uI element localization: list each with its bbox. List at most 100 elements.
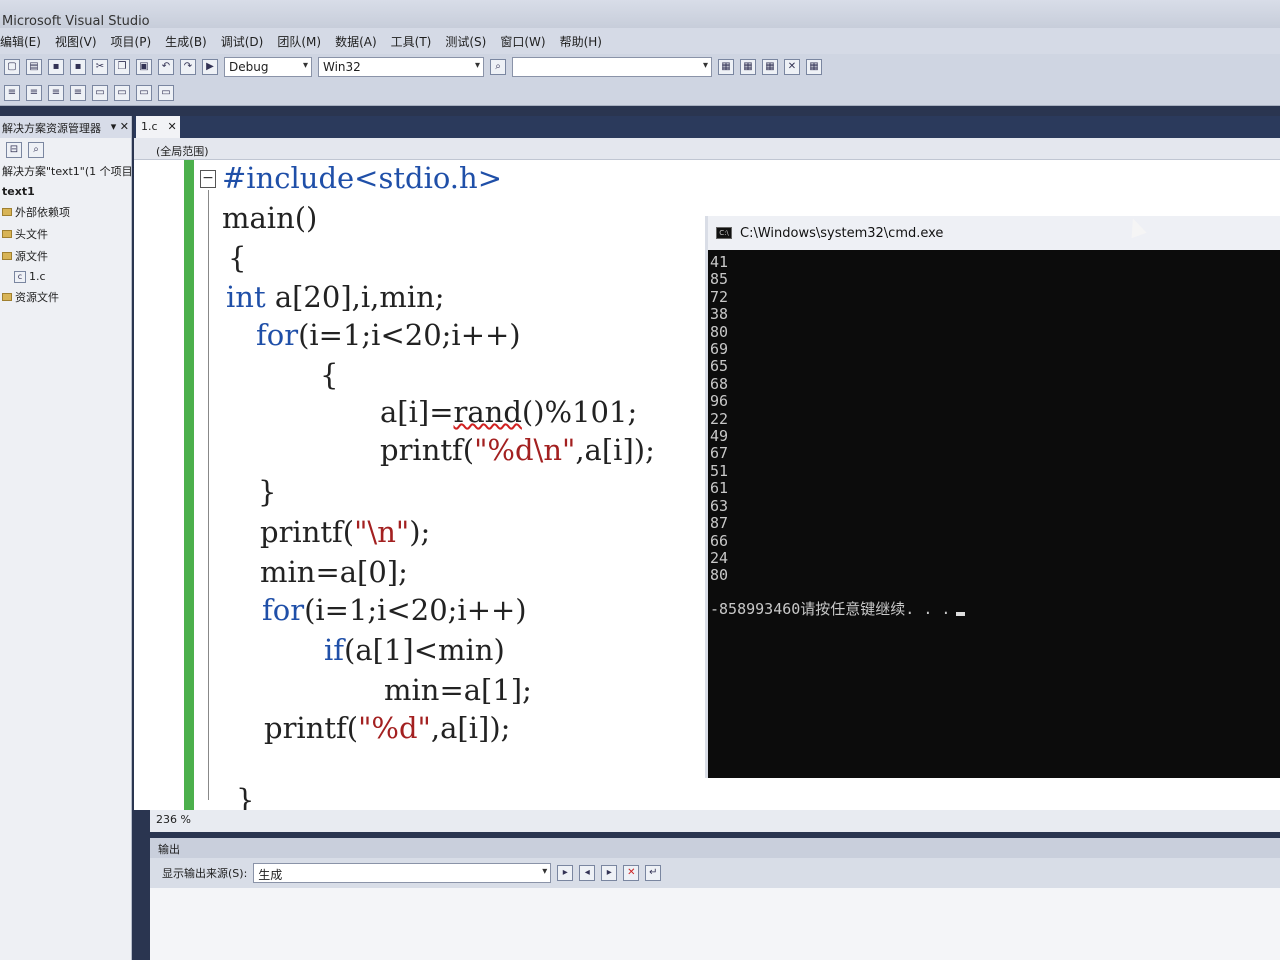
word-wrap-icon[interactable]: ↵: [645, 865, 662, 881]
tree-item-label: 源文件: [15, 250, 48, 263]
console-line: 80: [710, 322, 729, 341]
console-title: C:\Windows\system32\cmd.exe: [740, 225, 944, 241]
console-prompt-line: -858993460请按任意键继续. . .: [710, 600, 1278, 618]
tree-item-label: 外部依赖项: [15, 206, 70, 219]
collapse-icon[interactable]: ⊟: [6, 142, 22, 158]
pin-icon[interactable]: ▾ ✕: [111, 120, 129, 134]
tree-item-file[interactable]: c 1.c: [0, 267, 131, 286]
project-node[interactable]: text1: [0, 182, 131, 201]
tab-1c[interactable]: 1.c ✕: [136, 116, 180, 138]
cmd-icon: C:\: [716, 227, 732, 239]
code-line: printf("\n");: [260, 515, 431, 549]
platform-select[interactable]: Win32: [318, 57, 484, 77]
code-line: if(a[1]<min): [324, 633, 505, 667]
find-prev-icon[interactable]: ◂: [579, 865, 596, 881]
close-icon[interactable]: ✕: [168, 120, 177, 134]
find-combo[interactable]: [512, 57, 712, 77]
output-source-value: 生成: [258, 868, 283, 882]
console-output: 41 85 72 38 80 69 65 68 96 22 49 67 51 6…: [708, 250, 1280, 622]
menu-tools[interactable]: 工具(T): [391, 33, 432, 50]
solution-label: 解决方案"text1"(1 个项目): [2, 165, 137, 178]
output-source-select[interactable]: 生成: [253, 863, 552, 883]
outdent-icon[interactable]: ≡: [26, 84, 42, 101]
comment-icon[interactable]: ≡: [48, 84, 64, 101]
start-debug-icon[interactable]: ▶: [202, 59, 218, 75]
console-line: 24: [710, 548, 729, 567]
menu-debug[interactable]: 调试(D): [221, 33, 264, 50]
save-all-icon[interactable]: ▪: [70, 59, 86, 75]
output-source-label: 显示输出来源(S):: [162, 867, 248, 880]
scope-bar[interactable]: (全局范围): [134, 138, 1280, 160]
copy-icon[interactable]: ❐: [114, 59, 130, 75]
save-icon[interactable]: ▪: [48, 59, 64, 75]
config-value: Debug: [229, 60, 269, 74]
console-line: 72: [710, 287, 729, 306]
config-select[interactable]: Debug: [224, 57, 312, 77]
output-toolbar: 显示输出来源(S): 生成 ▸ ◂ ▸ ✕ ↵: [150, 858, 1280, 888]
find-in-files-icon[interactable]: ⌕: [490, 59, 506, 75]
zoom-level[interactable]: 236 %: [156, 813, 191, 826]
paste-icon[interactable]: ▣: [136, 59, 152, 75]
menu-view[interactable]: 视图(V): [55, 33, 97, 50]
console-line: 67: [710, 444, 729, 463]
menu-edit[interactable]: 编辑(E): [0, 33, 41, 50]
search-icon[interactable]: ⌕: [28, 142, 44, 158]
tree-item-resources[interactable]: 资源文件: [0, 286, 131, 308]
solution-explorer: 解决方案资源管理器 ▾ ✕ ⊟ ⌕ 解决方案"text1"(1 个项目) tex…: [0, 116, 137, 960]
menu-data[interactable]: 数据(A): [335, 33, 377, 50]
tree-item-label: 1.c: [29, 270, 46, 283]
code-line: int a[20],i,min;: [226, 280, 445, 314]
document-tabs: 1.c ✕: [134, 116, 1280, 138]
extensions-icon[interactable]: ▦: [806, 59, 822, 75]
menu-bar: 编辑(E) 视图(V) 项目(P) 生成(B) 调试(D) 团队(M) 数据(A…: [0, 28, 1280, 54]
code-line: for(i=1;i<20;i++): [256, 318, 521, 352]
console-line: 68: [710, 374, 729, 393]
console-window[interactable]: C:\ C:\Windows\system32\cmd.exe 41 85 72…: [705, 216, 1280, 778]
scope-label: (全局范围): [156, 145, 209, 158]
find-next-icon[interactable]: ▸: [601, 865, 618, 881]
console-line: 80: [710, 566, 729, 585]
solution-node[interactable]: 解决方案"text1"(1 个项目): [0, 160, 137, 182]
menu-window[interactable]: 窗口(W): [500, 33, 545, 50]
goto-line-icon[interactable]: ▸: [557, 865, 574, 881]
prev-bookmark-icon[interactable]: ▭: [136, 84, 152, 101]
outline-line: [208, 190, 209, 800]
console-line: 51: [710, 461, 729, 480]
console-line: 49: [710, 427, 729, 446]
code-line: #include<stdio.h>: [222, 161, 502, 195]
redo-icon[interactable]: ↷: [180, 59, 196, 75]
menu-test[interactable]: 测试(S): [445, 33, 486, 50]
tree-item-sources[interactable]: 源文件: [0, 245, 131, 267]
cut-icon[interactable]: ✂: [92, 59, 108, 75]
tree-item-headers[interactable]: 头文件: [0, 223, 131, 245]
window-title: Microsoft Visual Studio: [2, 14, 150, 29]
console-title-bar[interactable]: C:\ C:\Windows\system32\cmd.exe: [708, 216, 1280, 250]
tools-icon[interactable]: ✕: [784, 59, 800, 75]
open-folder-icon[interactable]: ▤: [26, 59, 42, 75]
uncomment-icon[interactable]: ≡: [70, 84, 86, 101]
bookmark-icon[interactable]: ▭: [92, 84, 108, 101]
output-content[interactable]: [150, 888, 1280, 960]
console-line: 41: [710, 253, 729, 271]
folder-icon: [2, 230, 12, 238]
clear-bookmarks-icon[interactable]: ▭: [158, 84, 174, 101]
menu-team[interactable]: 团队(M): [277, 33, 321, 50]
menu-project[interactable]: 项目(P): [111, 33, 152, 50]
properties-icon[interactable]: ▦: [740, 59, 756, 75]
undo-icon[interactable]: ↶: [158, 59, 174, 75]
code-line: printf("%d\n",a[i]);: [380, 433, 655, 467]
solution-explorer-icon[interactable]: ▦: [718, 59, 734, 75]
console-line: 22: [710, 409, 729, 428]
next-bookmark-icon[interactable]: ▭: [114, 84, 130, 101]
indent-icon[interactable]: ≡: [4, 84, 20, 101]
menu-help[interactable]: 帮助(H): [560, 33, 602, 50]
code-line: {: [228, 241, 247, 275]
solution-explorer-title: 解决方案资源管理器: [2, 122, 101, 135]
console-line: 87: [710, 514, 729, 533]
clear-all-icon[interactable]: ✕: [623, 865, 640, 881]
collapse-icon[interactable]: −: [200, 170, 216, 188]
toolbox-icon[interactable]: ▦: [762, 59, 778, 75]
menu-build[interactable]: 生成(B): [165, 33, 207, 50]
new-file-icon[interactable]: ▢: [4, 59, 20, 75]
tree-item-external[interactable]: 外部依赖项: [0, 201, 131, 223]
